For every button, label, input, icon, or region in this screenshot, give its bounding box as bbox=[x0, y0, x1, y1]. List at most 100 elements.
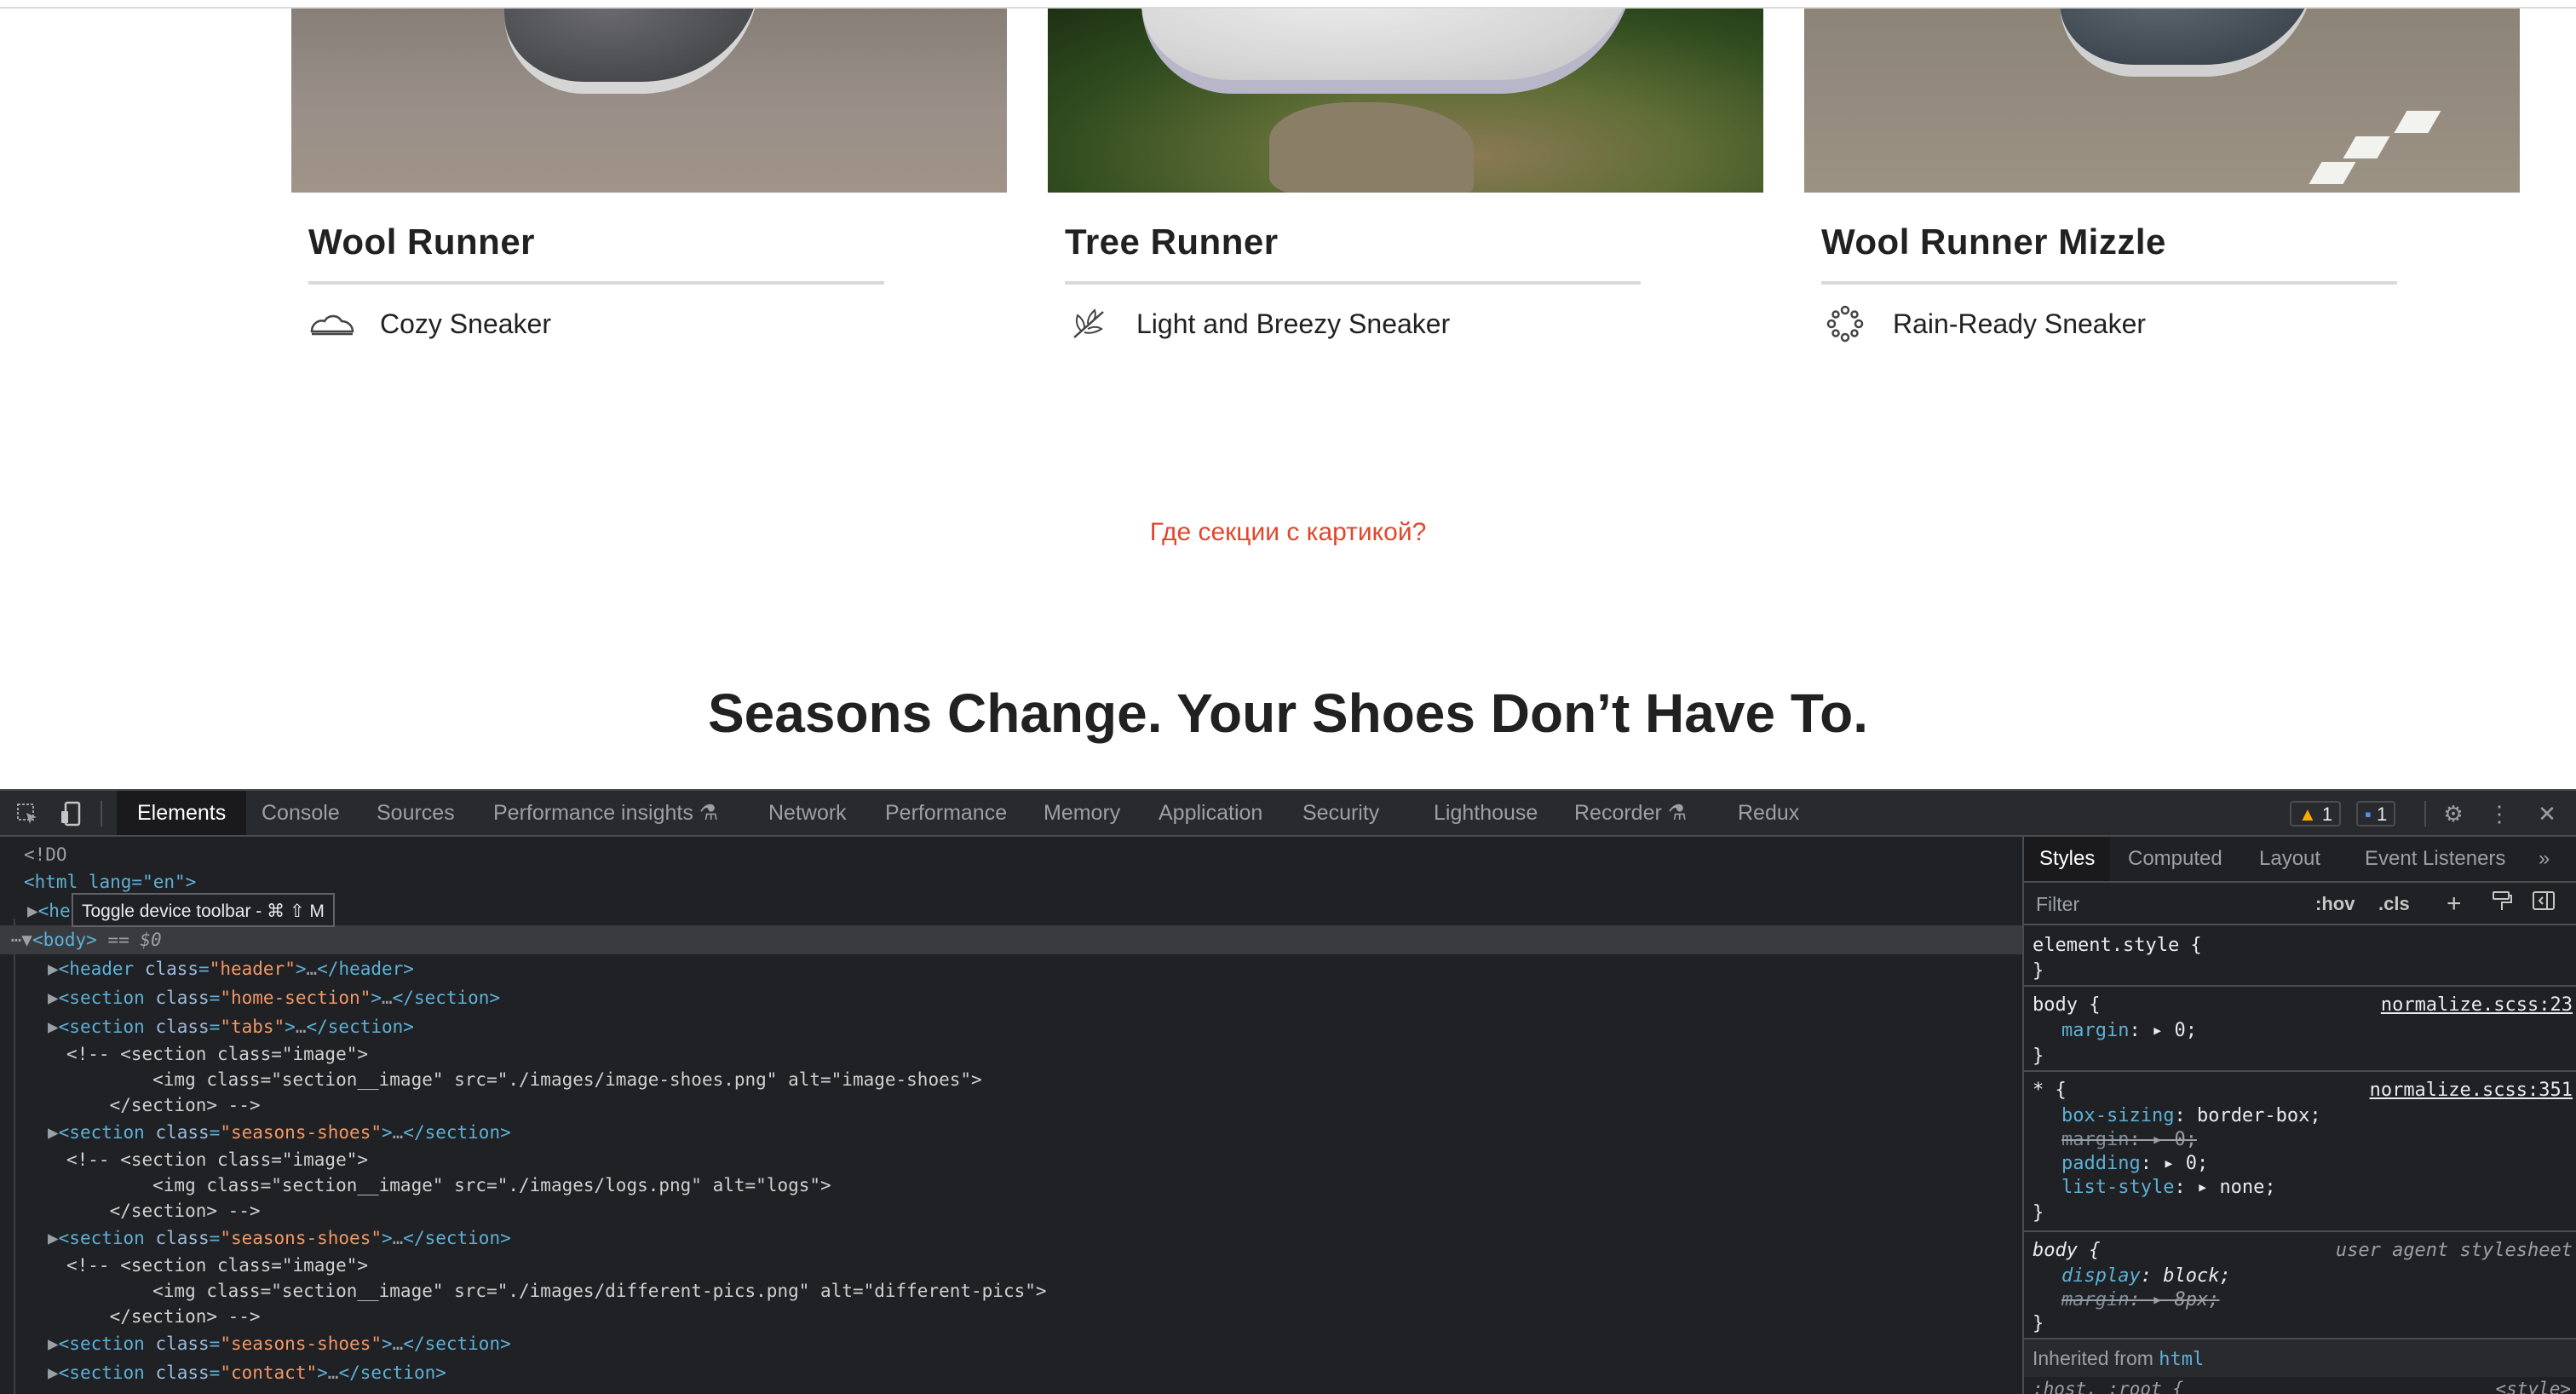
close-devtools-icon[interactable]: ✕ bbox=[2532, 799, 2562, 828]
dom-comment-line[interactable]: <img class="section__image" src="./image… bbox=[66, 1067, 982, 1092]
dom-comment-line[interactable]: <img class="section__image" src="./image… bbox=[66, 1278, 1046, 1304]
product-title[interactable]: Tree Runner bbox=[1065, 222, 1763, 262]
decl-property: margin bbox=[2061, 1020, 2130, 1041]
dom-token: <section bbox=[58, 1362, 156, 1383]
styles-filter-row: :hov .cls + bbox=[2024, 883, 2576, 925]
rule-declaration[interactable]: padding: ▸ 0; bbox=[2061, 1152, 2208, 1176]
dom-node-section[interactable]: ▶<section class="contact">…</section> bbox=[48, 1358, 446, 1387]
rule-selector[interactable]: * { bbox=[2033, 1079, 2067, 1103]
tab-application[interactable]: Application bbox=[1138, 791, 1283, 835]
product-title[interactable]: Wool Runner bbox=[308, 222, 1007, 262]
product-subtitle: Cozy Sneaker bbox=[380, 308, 551, 339]
settings-gear-icon[interactable]: ⚙ bbox=[2438, 799, 2469, 828]
collapse-arrow-icon[interactable]: ▼ bbox=[21, 930, 32, 950]
tab-elements[interactable]: Elements bbox=[117, 791, 247, 835]
hover-state-toggle[interactable]: :hov bbox=[2315, 890, 2355, 919]
dom-comment-line[interactable]: </section> --> bbox=[66, 1092, 261, 1118]
dom-comment-line[interactable]: <img class="section__image" src="./image… bbox=[66, 1172, 831, 1198]
warnings-badge[interactable]: ▲ 1 bbox=[2290, 801, 2342, 827]
dom-node-section[interactable]: ▶<section class="tabs">…</section> bbox=[48, 1012, 414, 1041]
ellipsis-icon[interactable]: ⋯ bbox=[0, 930, 22, 950]
warning-icon: ▲ bbox=[2298, 804, 2317, 825]
expand-arrow-icon[interactable]: ▶ bbox=[48, 1362, 59, 1383]
dom-node-section[interactable]: ▶<section class="seasons-shoes">…</secti… bbox=[48, 1224, 511, 1253]
tab-sources[interactable]: Sources bbox=[356, 791, 475, 835]
rule-declaration[interactable]: box-sizing: border-box; bbox=[2061, 1104, 2321, 1128]
expand-arrow-icon[interactable]: ▶ bbox=[48, 1334, 59, 1354]
dom-node-body-selected[interactable]: ⋯▼<body> == $0 bbox=[0, 925, 2022, 954]
rule-selector-partial[interactable]: :host, :root { bbox=[2033, 1377, 2183, 1394]
more-tabs-chevron-icon[interactable]: » bbox=[2530, 837, 2558, 881]
tab-layout[interactable]: Layout bbox=[2251, 837, 2329, 881]
rule-declaration[interactable]: margin: ▸ 0; bbox=[2061, 1019, 2197, 1043]
product-card-wool-runner-mizzle[interactable]: Wool Runner Mizzle Rain-Ready Sneaker bbox=[1804, 9, 2520, 343]
rule-selector[interactable]: body { bbox=[2033, 1239, 2100, 1263]
product-card-tree-runner[interactable]: Tree Runner Light and Breezy Sneaker bbox=[1048, 9, 1763, 341]
message-icon: ▪ bbox=[2365, 804, 2372, 825]
class-toggle[interactable]: .cls bbox=[2378, 890, 2410, 919]
dom-comment-line[interactable]: </section> --> bbox=[66, 1198, 261, 1224]
dom-node-section[interactable]: ▶<section class="seasons-shoes">…</secti… bbox=[48, 1329, 511, 1358]
expand-arrow-icon[interactable]: ▶ bbox=[48, 959, 59, 979]
expand-arrow-icon[interactable]: ▶ bbox=[48, 1122, 59, 1143]
dom-html-open[interactable]: <html lang="en"> bbox=[24, 867, 196, 896]
dom-token: > bbox=[381, 1122, 393, 1143]
rule-declaration[interactable]: list-style: ▸ none; bbox=[2061, 1176, 2276, 1200]
messages-badge[interactable]: ▪ 1 bbox=[2356, 801, 2396, 827]
tab-memory[interactable]: Memory bbox=[1023, 791, 1141, 835]
rule-selector[interactable]: element.style { bbox=[2033, 934, 2202, 958]
dom-comment-line[interactable]: <!-- <section class="image"> bbox=[66, 1253, 368, 1278]
expand-arrow-icon[interactable]: ▶ bbox=[27, 901, 38, 921]
dom-comment-line[interactable]: <!-- <section class="image"> bbox=[66, 1147, 368, 1172]
cloud-shoe-icon bbox=[308, 307, 356, 341]
more-options-icon[interactable]: ⋮ bbox=[2484, 799, 2515, 828]
title-divider bbox=[1065, 281, 1641, 285]
toggle-sidebar-icon[interactable] bbox=[2532, 890, 2556, 919]
tab-network[interactable]: Network bbox=[748, 791, 867, 835]
inspect-element-icon[interactable] bbox=[12, 799, 43, 828]
tab-recorder[interactable]: Recorder ⚗ bbox=[1554, 791, 1707, 835]
device-toolbar-icon[interactable] bbox=[56, 799, 87, 828]
styles-filter-input[interactable] bbox=[2029, 888, 2303, 920]
rule-selector[interactable]: body { bbox=[2033, 994, 2100, 1017]
expand-arrow-icon[interactable]: ▶ bbox=[48, 988, 59, 1008]
dom-node-section[interactable]: ▶<section class="home-section">…</sectio… bbox=[48, 983, 500, 1012]
warnings-count: 1 bbox=[2321, 804, 2333, 825]
tab-computed[interactable]: Computed bbox=[2119, 837, 2231, 881]
dom-comment-line[interactable]: <!-- <section class="image"> bbox=[66, 1041, 368, 1067]
dom-token: "home-section" bbox=[220, 988, 371, 1008]
dom-token: = bbox=[209, 1362, 221, 1383]
rule-source-link[interactable]: normalize.scss:23 bbox=[2381, 994, 2573, 1017]
tab-redux[interactable]: Redux bbox=[1717, 791, 1820, 835]
page-viewport: Wool Runner Cozy Sneaker Tree Runner Lig… bbox=[0, 0, 2576, 789]
rule-declaration-overridden[interactable]: margin: ▸ 0; bbox=[2061, 1128, 2197, 1152]
tab-lighthouse[interactable]: Lighthouse bbox=[1413, 791, 1558, 835]
wool-runner-image[interactable] bbox=[291, 9, 1007, 193]
rule-source-link[interactable]: normalize.scss:351 bbox=[2370, 1079, 2573, 1103]
tab-label: Recorder bbox=[1574, 801, 1662, 825]
product-card-wool-runner[interactable]: Wool Runner Cozy Sneaker bbox=[291, 9, 1007, 341]
tab-event-listeners[interactable]: Event Listeners bbox=[2356, 837, 2514, 881]
rain-icon bbox=[1821, 305, 1869, 343]
dom-doctype[interactable]: <!DO bbox=[24, 840, 67, 869]
tab-performance[interactable]: Performance bbox=[865, 791, 1027, 835]
add-rule-icon[interactable]: + bbox=[2447, 890, 2462, 919]
tab-performance-insights[interactable]: Performance insights ⚗ bbox=[473, 791, 739, 835]
rock-illustration bbox=[1269, 102, 1474, 193]
crosswalk-stripe bbox=[2309, 162, 2356, 184]
tab-styles[interactable]: Styles bbox=[2024, 837, 2111, 881]
dom-node-section[interactable]: ▶<section class="seasons-shoes">…</secti… bbox=[48, 1118, 511, 1147]
dom-comment-line[interactable]: </section> --> bbox=[66, 1304, 261, 1329]
dom-node-header[interactable]: ▶<header class="header">…</header> bbox=[48, 954, 414, 983]
expand-arrow-icon[interactable]: ▶ bbox=[48, 1017, 59, 1037]
decl-property: padding bbox=[2061, 1153, 2141, 1174]
inherited-element-link[interactable]: html bbox=[2159, 1349, 2204, 1370]
wool-runner-mizzle-image[interactable] bbox=[1804, 9, 2520, 193]
product-title[interactable]: Wool Runner Mizzle bbox=[1821, 222, 2520, 262]
paint-roller-icon[interactable] bbox=[2491, 890, 2513, 919]
dom-token: = bbox=[198, 959, 210, 979]
tree-runner-image[interactable] bbox=[1048, 9, 1763, 193]
expand-arrow-icon[interactable]: ▶ bbox=[48, 1228, 59, 1248]
tab-console[interactable]: Console bbox=[241, 791, 360, 835]
tab-security[interactable]: Security bbox=[1282, 791, 1400, 835]
